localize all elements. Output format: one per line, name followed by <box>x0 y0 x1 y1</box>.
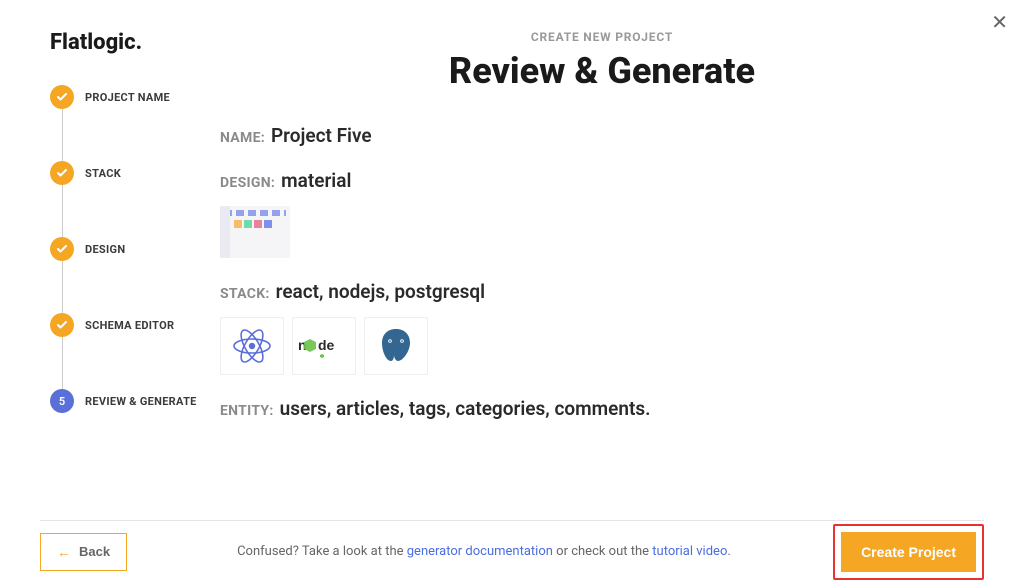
review-label: STACK: <box>220 286 270 302</box>
footer: ← Back Confused? Take a look at the gene… <box>40 520 984 582</box>
check-icon <box>50 85 74 109</box>
step-label: REVIEW & GENERATE <box>85 395 197 408</box>
step-stack[interactable]: STACK <box>50 161 220 185</box>
create-project-button[interactable]: Create Project <box>841 532 976 572</box>
svg-text:de: de <box>318 337 335 353</box>
step-connector <box>62 261 63 313</box>
tutorial-video-link[interactable]: tutorial video <box>652 544 727 559</box>
back-label: Back <box>79 544 110 559</box>
step-label: PROJECT NAME <box>85 91 170 104</box>
page-title: Review & Generate <box>220 50 984 92</box>
check-icon <box>50 237 74 261</box>
step-project-name[interactable]: PROJECT NAME <box>50 85 220 109</box>
nodejs-icon: n de <box>292 317 356 375</box>
step-label: DESIGN <box>85 243 125 256</box>
step-label: STACK <box>85 167 121 180</box>
footer-help-text: Confused? Take a look at the generator d… <box>237 544 833 559</box>
check-icon <box>50 161 74 185</box>
sidebar: Flatlogic. PROJECT NAME STACK DE <box>50 30 220 582</box>
review-stack-value: react, nodejs, postgresql <box>276 280 485 303</box>
review-stack-row: STACK: react, nodejs, postgresql <box>220 280 984 303</box>
arrow-left-icon: ← <box>57 544 71 560</box>
review-name-value: Project Five <box>271 124 372 147</box>
main-content: CREATE NEW PROJECT Review & Generate NAM… <box>220 30 1024 582</box>
step-review-generate[interactable]: 5 REVIEW & GENERATE <box>50 389 220 413</box>
review-entity-value: users, articles, tags, categories, comme… <box>280 397 651 420</box>
review-label: NAME: <box>220 130 265 146</box>
review-entity-row: ENTITY: users, articles, tags, categorie… <box>220 397 984 420</box>
review-name-row: NAME: Project Five <box>220 124 984 147</box>
step-connector <box>62 109 63 161</box>
brand-logo: Flatlogic. <box>50 30 220 55</box>
step-number-icon: 5 <box>50 389 74 413</box>
close-button[interactable]: ✕ <box>991 10 1008 35</box>
postgresql-icon <box>364 317 428 375</box>
stack-icons-row: n de <box>220 317 984 375</box>
design-preview-thumbnail <box>220 206 290 258</box>
check-icon <box>50 313 74 337</box>
page-overline: CREATE NEW PROJECT <box>220 30 984 44</box>
create-button-highlight: Create Project <box>833 524 984 580</box>
review-design-row: DESIGN: material <box>220 169 984 192</box>
close-icon: ✕ <box>991 12 1008 34</box>
step-schema-editor[interactable]: SCHEMA EDITOR <box>50 313 220 337</box>
steps-list: PROJECT NAME STACK DESIGN <box>50 85 220 413</box>
step-connector <box>62 337 63 389</box>
step-design[interactable]: DESIGN <box>50 237 220 261</box>
step-label: SCHEMA EDITOR <box>85 319 174 332</box>
review-design-value: material <box>281 169 351 192</box>
generator-docs-link[interactable]: generator documentation <box>407 544 553 559</box>
review-label: DESIGN: <box>220 175 275 191</box>
back-button[interactable]: ← Back <box>40 533 127 571</box>
step-connector <box>62 185 63 237</box>
react-icon <box>220 317 284 375</box>
review-label: ENTITY: <box>220 403 274 419</box>
page-container: Flatlogic. PROJECT NAME STACK DE <box>0 0 1024 582</box>
review-section: NAME: Project Five DESIGN: material STAC… <box>220 124 984 420</box>
